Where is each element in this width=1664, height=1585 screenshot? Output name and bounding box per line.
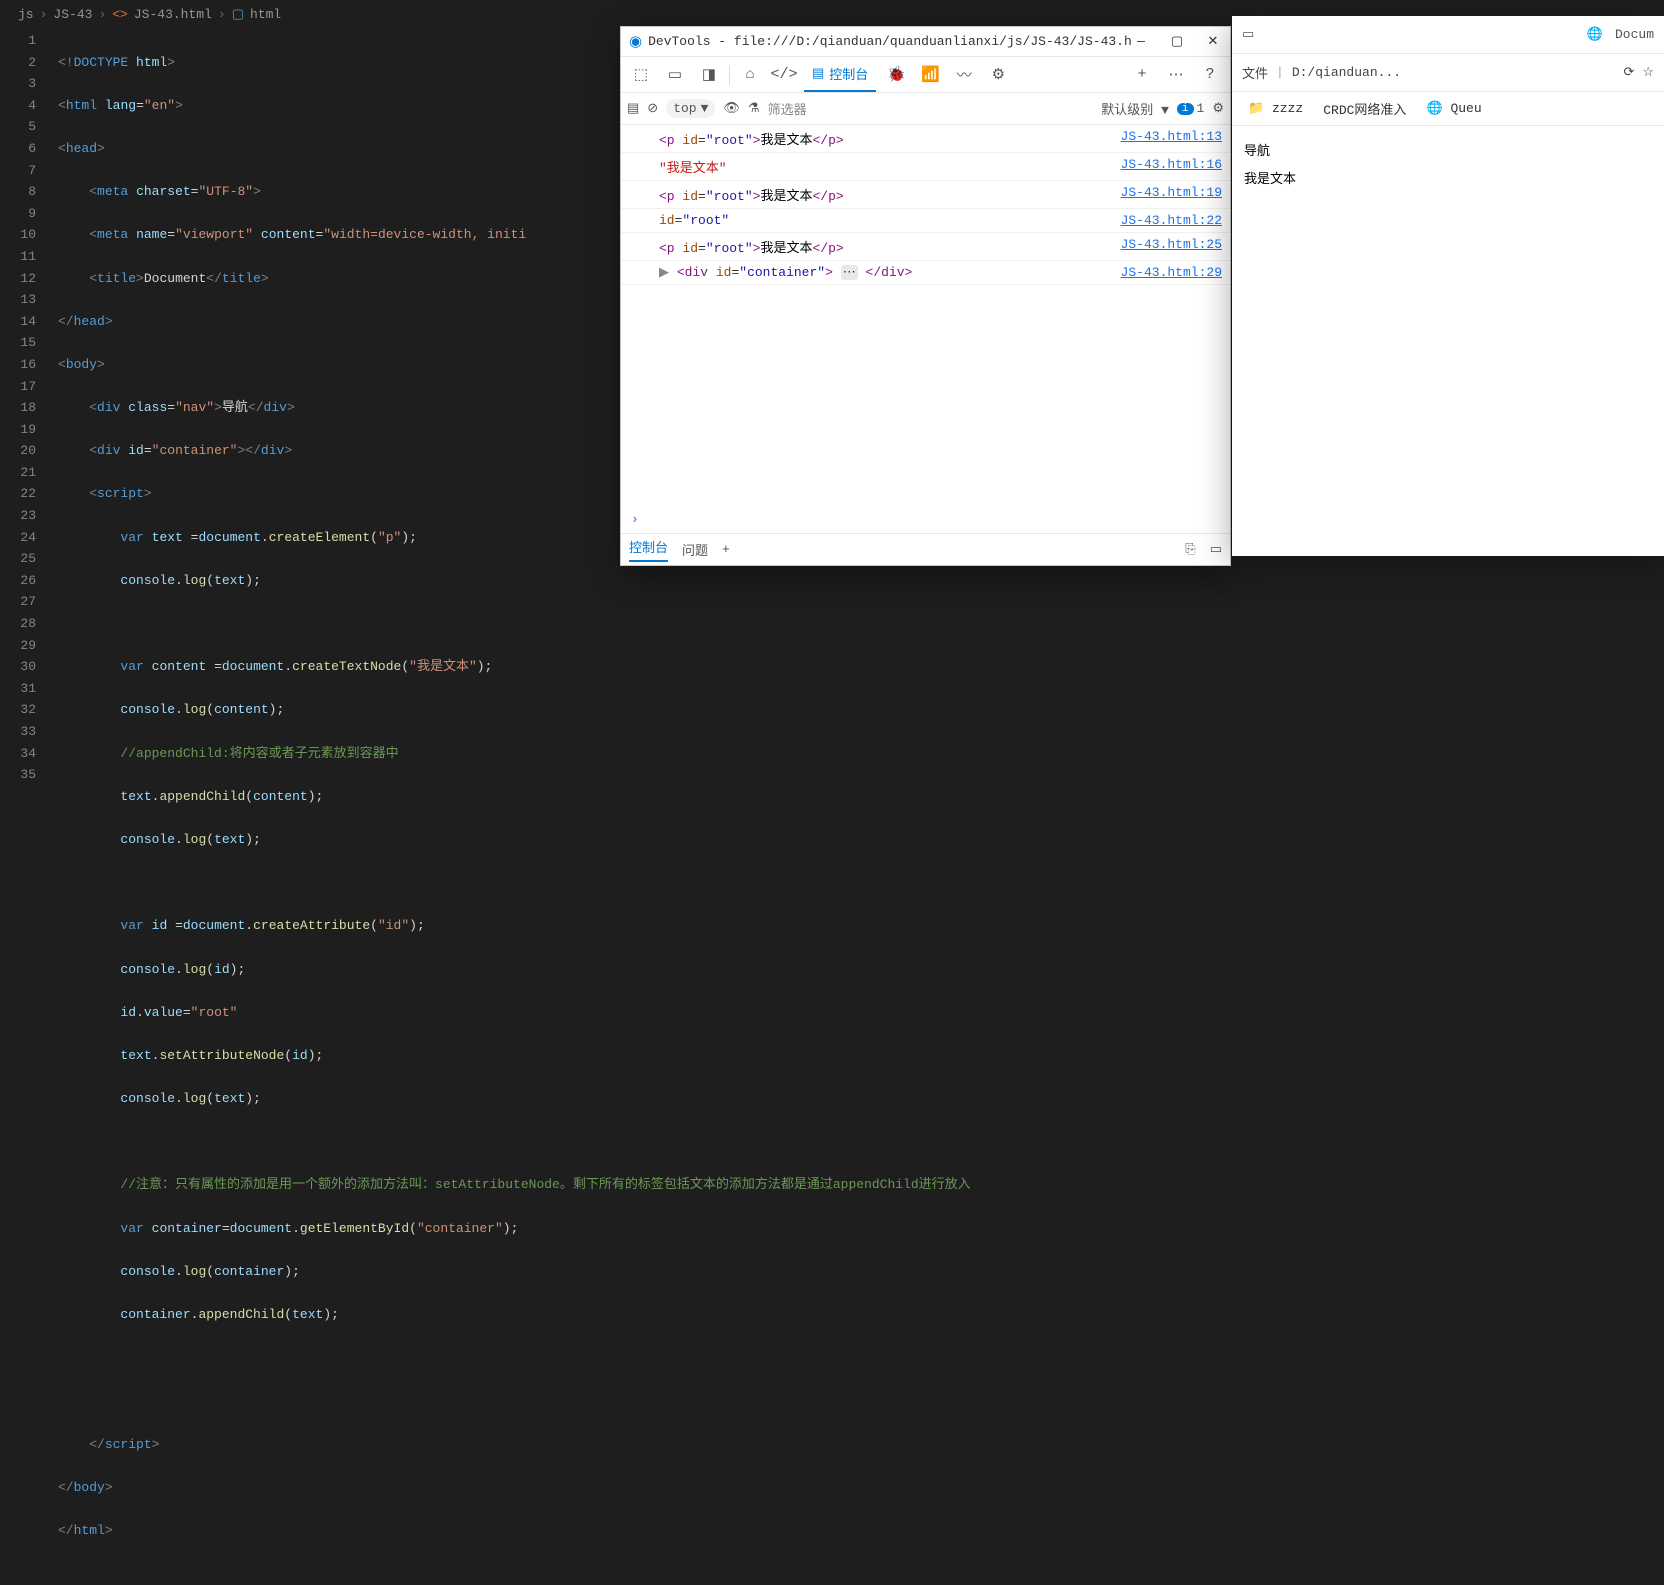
maximize-button[interactable]: ▢ (1168, 34, 1186, 49)
source-link[interactable]: JS-43.html:19 (1121, 185, 1222, 200)
files-label[interactable]: 文件 (1242, 63, 1268, 82)
filter-input[interactable]: 筛选器 (768, 99, 807, 118)
level-select[interactable]: 默认级别 ▼ (1101, 99, 1169, 118)
devtools-window[interactable]: ◉ DevTools - file:///D:/qianduan/quandua… (620, 26, 1231, 566)
globe-icon: 🌐 (1587, 27, 1603, 42)
browser-addressbar: 文件 | D:/qianduan... ⟳ ☆ (1232, 54, 1664, 92)
url-text[interactable]: D:/qianduan... (1292, 65, 1616, 80)
settings-icon[interactable]: ⚙ (984, 61, 1012, 89)
bc-symbol[interactable]: html (250, 7, 281, 22)
drawer-console-tab[interactable]: 控制台 (629, 537, 668, 562)
sidebar-toggle-icon[interactable]: ▤ (627, 101, 639, 116)
drawer-issues-tab[interactable]: 问题 (682, 540, 708, 559)
console-tab[interactable]: ▤控制台 (804, 58, 876, 92)
edge-icon: ◉ (629, 32, 642, 51)
help-icon[interactable]: ? (1196, 61, 1224, 89)
network-icon[interactable]: 📶 (916, 61, 944, 89)
minimize-button[interactable]: — (1132, 34, 1150, 49)
console-row[interactable]: <p id="root">我是文本</p>JS-43.html:13 (621, 125, 1230, 153)
drawer-icon[interactable]: ▭ (1210, 542, 1222, 557)
devtools-toolbar: ⬚ ▭ ◨ ⌂ </> ▤控制台 🐞 📶 〰 ⚙ + ⋯ ? (621, 57, 1230, 93)
bc-file[interactable]: JS-43.html (134, 7, 212, 22)
refresh-icon[interactable]: ⟳ (1623, 65, 1634, 80)
devtools-title: DevTools - file:///D:/qianduan/quanduanl… (648, 34, 1132, 49)
line-gutter: 1234567891011121314151617181920212223242… (0, 28, 58, 871)
device-icon[interactable]: ▭ (661, 61, 689, 89)
devtools-titlebar[interactable]: ◉ DevTools - file:///D:/qianduan/quandua… (621, 27, 1230, 57)
bc-folder[interactable]: JS-43 (53, 7, 92, 22)
console-output[interactable]: <p id="root">我是文本</p>JS-43.html:13"我是文本"… (621, 125, 1230, 506)
console-row[interactable]: <p id="root">我是文本</p>JS-43.html:25 (621, 233, 1230, 261)
browser-tabstrip: ▭ 🌐 Docum (1232, 16, 1664, 54)
elements-icon[interactable]: </> (770, 61, 798, 89)
clear-console-icon[interactable]: ⊘ (647, 101, 658, 116)
bookmark-item[interactable]: 🌐 Queu (1426, 101, 1481, 116)
devtools-drawer: 控制台 问题 + ⎘ ▭ (621, 533, 1230, 565)
dock-icon[interactable]: ◨ (695, 61, 723, 89)
console-row[interactable]: "我是文本"JS-43.html:16 (621, 153, 1230, 181)
console-row[interactable]: <p id="root">我是文本</p>JS-43.html:19 (621, 181, 1230, 209)
star-icon[interactable]: ☆ (1642, 65, 1654, 80)
console-row[interactable]: ▶ <div id="container"> ⋯ </div>JS-43.htm… (621, 261, 1230, 285)
source-link[interactable]: JS-43.html:13 (1121, 129, 1222, 144)
source-link[interactable]: JS-43.html:22 (1121, 213, 1222, 228)
paragraph-text: 我是文本 (1244, 166, 1652, 194)
drawer-icon[interactable]: ⎘ (1185, 542, 1195, 557)
devtools-filterbar: ▤ ⊘ top▼ 👁 ⚗ 筛选器 默认级别 ▼ i1 ⚙ (621, 93, 1230, 125)
sources-icon[interactable]: 🐞 (882, 61, 910, 89)
bookmark-item[interactable]: CRDC网络准入 (1323, 99, 1406, 118)
bookmark-bar: 📁 zzzz CRDC网络准入 🌐 Queu (1232, 92, 1664, 126)
bookmark-item[interactable]: 📁 zzzz (1248, 101, 1303, 116)
console-row[interactable]: id="root"JS-43.html:22 (621, 209, 1230, 233)
source-link[interactable]: JS-43.html:16 (1121, 157, 1222, 172)
browser-window[interactable]: ▭ 🌐 Docum 文件 | D:/qianduan... ⟳ ☆ 📁 zzzz… (1232, 16, 1664, 556)
bc-folder[interactable]: js (18, 7, 34, 22)
close-button[interactable]: ✕ (1204, 34, 1222, 49)
context-select[interactable]: top▼ (666, 99, 715, 118)
source-link[interactable]: JS-43.html:25 (1121, 237, 1222, 252)
workspace-icon[interactable]: ▭ (1242, 27, 1254, 42)
issues-badge[interactable]: i1 (1177, 101, 1204, 116)
drawer-add-icon[interactable]: + (722, 542, 730, 557)
nav-text: 导航 (1244, 138, 1652, 166)
gear-icon[interactable]: ⚙ (1212, 101, 1224, 116)
filter-icon[interactable]: ⚗ (748, 101, 760, 116)
inspect-icon[interactable]: ⬚ (627, 61, 655, 89)
eye-icon[interactable]: 👁 (723, 101, 740, 116)
browser-tab-title[interactable]: Docum (1615, 27, 1654, 42)
performance-icon[interactable]: 〰 (950, 61, 978, 89)
source-link[interactable]: JS-43.html:29 (1121, 265, 1222, 280)
more-icon[interactable]: ⋯ (1162, 61, 1190, 89)
welcome-icon[interactable]: ⌂ (736, 61, 764, 89)
console-prompt[interactable]: › (621, 506, 1230, 533)
plus-icon[interactable]: + (1128, 61, 1156, 89)
page-content: 导航 我是文本 (1232, 126, 1664, 206)
